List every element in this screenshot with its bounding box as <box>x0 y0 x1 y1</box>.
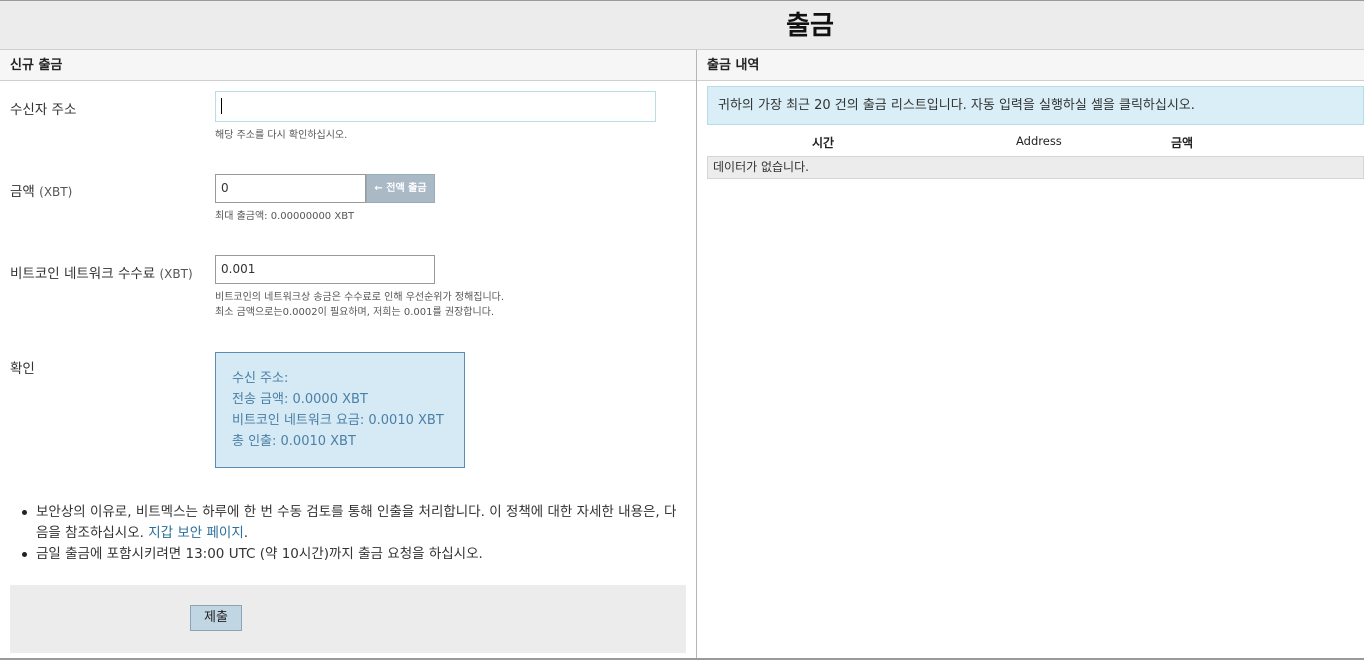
withdrawal-history-header: 출금 내역 <box>697 50 1364 81</box>
amount-input[interactable]: 0 <box>215 174 366 203</box>
new-withdrawal-panel: 신규 출금 수신자 주소 해당 주소를 다시 확인하십시오. 금액 (XBT) … <box>0 50 697 660</box>
fee-help-line2: 최소 금액으로는0.0002이 필요하며, 저희는 0.001를 권장합니다. <box>215 307 495 318</box>
fee-unit: (XBT) <box>159 267 193 281</box>
confirm-box-wrap: 수신 주소: 전송 금액: 0.0000 XBT 비트코인 네트워크 요금: 0… <box>215 352 465 468</box>
withdraw-all-label: 전액 출금 <box>386 183 427 194</box>
history-table-header: 시간 Address 금액 <box>707 134 1364 154</box>
column-time[interactable]: 시간 <box>812 134 834 151</box>
address-label: 수신자 주소 <box>10 102 77 118</box>
new-withdrawal-header: 신규 출금 <box>0 50 696 81</box>
network-fee-input[interactable]: 0.001 <box>215 255 435 284</box>
page-title-bar: 출금 <box>0 0 1364 50</box>
arrow-left-icon: ← <box>374 183 383 194</box>
note-security-text: 보안상의 이유로, 비트멕스는 하루에 한 번 수동 검토를 통해 인출을 처리… <box>36 504 677 541</box>
confirm-recipient: 수신 주소: <box>232 371 289 386</box>
withdraw-all-button[interactable]: ← 전액 출금 <box>366 174 435 203</box>
wallet-security-link[interactable]: 지갑 보안 페이지 <box>148 525 244 541</box>
address-field-wrap <box>215 91 656 122</box>
fee-help: 비트코인의 네트워크상 송금은 수수료로 인해 우선순위가 정해집니다. 최소 … <box>215 290 504 320</box>
note-cutoff: 금일 출금에 포함시키려면 13:00 UTC (약 10시간)까지 출금 요청… <box>20 544 680 565</box>
text-cursor <box>221 98 222 114</box>
column-amount[interactable]: 금액 <box>1171 134 1193 151</box>
confirm-total: 총 인출: 0.0010 XBT <box>232 434 356 449</box>
note-security: 보안상의 이유로, 비트멕스는 하루에 한 번 수동 검토를 통해 인출을 처리… <box>20 502 680 544</box>
submit-area: 제출 <box>10 585 686 653</box>
confirm-send-amount: 전송 금액: 0.0000 XBT <box>232 392 368 407</box>
confirm-label: 확인 <box>10 361 35 377</box>
fee-field-wrap: 0.001 <box>215 255 435 284</box>
note-security-end: . <box>243 525 249 541</box>
address-help: 해당 주소를 다시 확인하십시오. <box>215 130 348 141</box>
withdrawal-history-panel: 출금 내역 귀하의 가장 최근 20 건의 출금 리스트입니다. 자동 입력을 … <box>697 50 1364 660</box>
page-title: 출금 <box>786 11 834 41</box>
amount-help: 최대 출금액: 0.00000000 XBT <box>215 211 355 222</box>
confirm-network-fee: 비트코인 네트워크 요금: 0.0010 XBT <box>232 413 444 428</box>
submit-button[interactable]: 제출 <box>190 605 242 631</box>
confirmation-summary: 수신 주소: 전송 금액: 0.0000 XBT 비트코인 네트워크 요금: 0… <box>215 352 465 468</box>
fee-label-text: 비트코인 네트워크 수수료 <box>10 266 156 282</box>
withdrawal-notes: 보안상의 이유로, 비트멕스는 하루에 한 번 수동 검토를 통해 인출을 처리… <box>20 502 680 565</box>
recipient-address-input[interactable] <box>215 91 656 122</box>
fee-help-line1: 비트코인의 네트워크상 송금은 수수료로 인해 우선순위가 정해집니다. <box>215 292 505 303</box>
amount-unit: (XBT) <box>39 185 73 199</box>
amount-field-wrap: 0 ← 전액 출금 <box>215 174 435 203</box>
column-address[interactable]: Address <box>1016 134 1062 148</box>
history-empty-row: 데이터가 없습니다. <box>707 156 1364 179</box>
amount-label: 금액 (XBT) <box>10 180 72 200</box>
fee-label: 비트코인 네트워크 수수료 (XBT) <box>10 262 193 282</box>
history-info: 귀하의 가장 최근 20 건의 출금 리스트입니다. 자동 입력을 실행하실 셀… <box>707 86 1364 125</box>
amount-label-text: 금액 <box>10 184 35 200</box>
